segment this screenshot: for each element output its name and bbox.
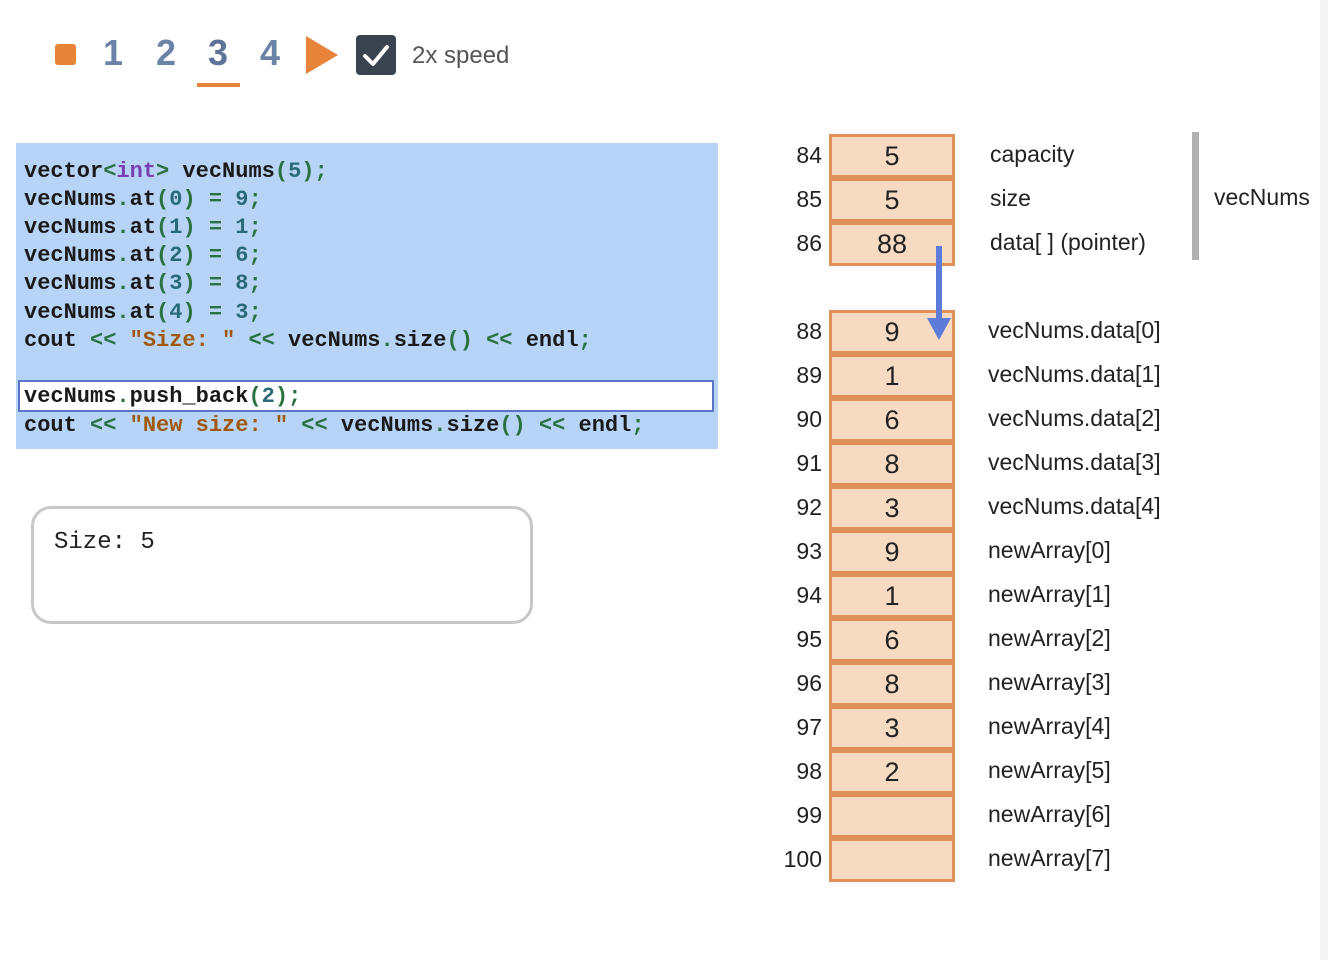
pointer-arrow-head xyxy=(927,318,951,340)
code-line-8: vecNums.push_back(2); xyxy=(24,384,302,409)
memory-label-10: newArray[5] xyxy=(988,757,1111,783)
memory-label-4: vecNums.data[4] xyxy=(988,493,1161,519)
step-4-button[interactable]: 4 xyxy=(250,32,290,74)
memory-address-10: 98 xyxy=(796,758,822,784)
memory-label-8: newArray[3] xyxy=(988,669,1111,695)
console-output: Size: 5 xyxy=(31,506,533,624)
active-step-indicator xyxy=(197,83,240,87)
memory-label-5: newArray[0] xyxy=(988,537,1111,563)
memory-address-0: 88 xyxy=(796,318,822,344)
memory-cell-10: 2 xyxy=(829,750,955,794)
memory-address-1: 89 xyxy=(796,362,822,388)
code-line-7: cout << "Size: " << vecNums.size() << en… xyxy=(24,328,592,353)
memory-label-1: vecNums.data[1] xyxy=(988,361,1161,387)
code-line-9: cout << "New size: " << vecNums.size() <… xyxy=(24,413,645,438)
memory-address-8: 96 xyxy=(796,670,822,696)
memory-label-2: vecNums.data[2] xyxy=(988,405,1161,431)
code-line-6: vecNums.at(4) = 3; xyxy=(24,300,262,325)
memory-cell-9: 3 xyxy=(829,706,955,750)
memory-label-6: newArray[1] xyxy=(988,581,1111,607)
console-text: Size: 5 xyxy=(54,529,155,556)
memory-address-11: 99 xyxy=(796,802,822,828)
code-line-1: vector<int> vecNums(5); xyxy=(24,159,328,184)
pointer-arrow-line xyxy=(936,246,942,320)
vector-field-label-0: capacity xyxy=(990,141,1075,167)
memory-cell-4: 3 xyxy=(829,486,955,530)
vector-field-address-1: 85 xyxy=(796,186,822,212)
code-line-3: vecNums.at(1) = 1; xyxy=(24,215,262,240)
vector-name-label: vecNums xyxy=(1214,184,1310,210)
memory-cell-12 xyxy=(829,838,955,882)
vector-field-address-0: 84 xyxy=(796,142,822,168)
memory-address-6: 94 xyxy=(796,582,822,608)
vector-field-address-2: 86 xyxy=(796,230,822,256)
memory-cell-11 xyxy=(829,794,955,838)
memory-cell-8: 8 xyxy=(829,662,955,706)
vector-bracket xyxy=(1192,132,1199,260)
vector-field-cell-1: 5 xyxy=(829,178,955,222)
code-line-2: vecNums.at(0) = 9; xyxy=(24,187,262,212)
code-line-4: vecNums.at(2) = 6; xyxy=(24,243,262,268)
vector-field-label-1: size xyxy=(990,185,1031,211)
memory-label-11: newArray[6] xyxy=(988,801,1111,827)
stop-button[interactable] xyxy=(55,44,76,65)
step-3-button[interactable]: 3 xyxy=(198,32,238,74)
memory-address-4: 92 xyxy=(796,494,822,520)
memory-address-9: 97 xyxy=(796,714,822,740)
memory-cell-2: 6 xyxy=(829,398,955,442)
memory-cell-1: 1 xyxy=(829,354,955,398)
memory-address-5: 93 xyxy=(796,538,822,564)
memory-label-12: newArray[7] xyxy=(988,845,1111,871)
memory-address-2: 90 xyxy=(796,406,822,432)
memory-label-7: newArray[2] xyxy=(988,625,1111,651)
memory-address-3: 91 xyxy=(796,450,822,476)
memory-cell-3: 8 xyxy=(829,442,955,486)
memory-address-7: 95 xyxy=(796,626,822,652)
step-1-button[interactable]: 1 xyxy=(93,32,133,74)
memory-cell-5: 9 xyxy=(829,530,955,574)
checkmark-icon xyxy=(363,45,389,66)
vector-field-label-2: data[ ] (pointer) xyxy=(990,229,1146,255)
memory-address-12: 100 xyxy=(783,846,822,872)
play-button[interactable] xyxy=(306,36,338,74)
speed-label: 2x speed xyxy=(412,42,510,69)
code-panel: vector<int> vecNums(5); vecNums.at(0) = 9… xyxy=(16,143,718,449)
memory-cell-7: 6 xyxy=(829,618,955,662)
memory-label-0: vecNums.data[0] xyxy=(988,317,1161,343)
code-line-5: vecNums.at(3) = 8; xyxy=(24,271,262,296)
vector-field-cell-0: 5 xyxy=(829,134,955,178)
speed-checkbox[interactable] xyxy=(356,35,396,75)
memory-label-9: newArray[4] xyxy=(988,713,1111,739)
step-2-button[interactable]: 2 xyxy=(146,32,186,74)
memory-cell-6: 1 xyxy=(829,574,955,618)
memory-label-3: vecNums.data[3] xyxy=(988,449,1161,475)
right-edge-strip xyxy=(1320,0,1328,960)
